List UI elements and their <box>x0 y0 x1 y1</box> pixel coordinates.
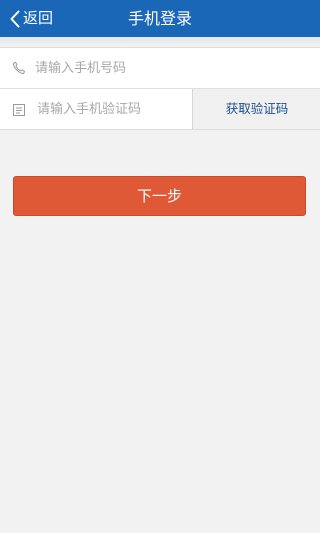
next-step-button[interactable]: 下一步 <box>13 176 306 216</box>
top-bar: 返回 手机登录 <box>0 0 320 37</box>
get-code-button[interactable]: 获取验证码 <box>192 89 320 129</box>
verification-code-input[interactable] <box>37 89 187 129</box>
verification-code-row: 获取验证码 <box>0 88 320 129</box>
document-icon <box>12 102 26 116</box>
phone-row <box>0 48 320 88</box>
page-title: 手机登录 <box>127 9 192 28</box>
login-form: 获取验证码 <box>0 47 320 130</box>
header-divider <box>0 37 320 45</box>
phone-input[interactable] <box>35 48 305 88</box>
phone-icon <box>12 60 26 75</box>
